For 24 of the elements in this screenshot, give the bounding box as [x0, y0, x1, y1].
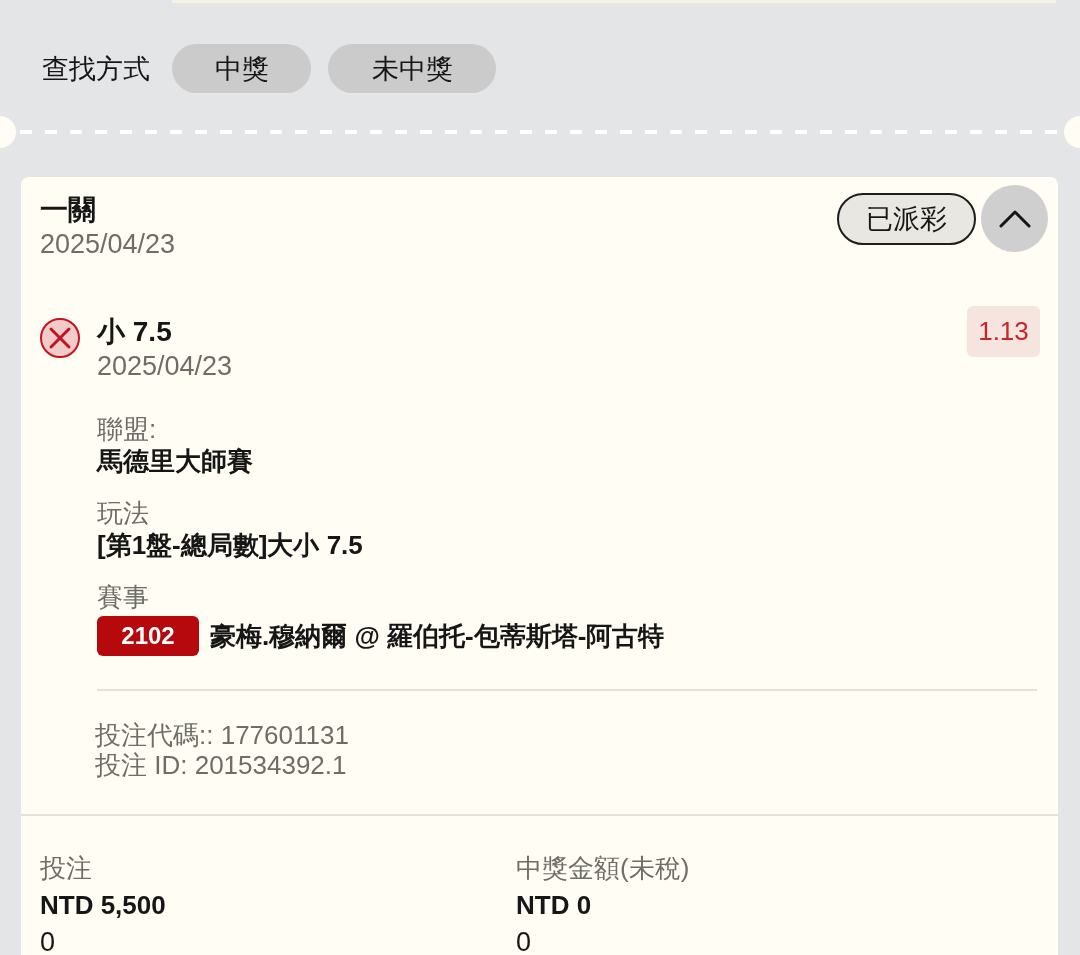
- total-subvalue: 0: [40, 926, 56, 955]
- odds-badge: 1.13: [967, 306, 1040, 357]
- bet-date: 2025/04/23: [40, 228, 176, 261]
- total-amount: NTD 5,500: [40, 889, 166, 922]
- field-value: 馬德里大師賽: [97, 445, 253, 478]
- field-label: 賽事: [97, 581, 149, 613]
- field-value: [第1盤-總局數]大小 7.5: [97, 529, 363, 562]
- bet-code-text: 投注 ID: 201534392.1: [95, 750, 347, 780]
- total-label: 中獎金額(未稅): [516, 852, 690, 885]
- filter-chip[interactable]: 未中獎: [328, 44, 496, 93]
- field-label: 聯盟:: [97, 413, 157, 445]
- event-code-badge: 2102: [97, 616, 199, 656]
- selection-date: 2025/04/23: [97, 350, 233, 383]
- field-label: 玩法: [97, 497, 149, 529]
- total-label: 投注: [40, 852, 92, 885]
- filter-chip[interactable]: 中獎: [172, 44, 311, 93]
- event-name: 豪梅.穆納爾 @ 羅伯托-包蒂斯塔-阿古特: [210, 619, 665, 653]
- filter-label: 查找方式: [42, 52, 150, 86]
- selection-name: 小 7.5: [97, 315, 172, 349]
- status-badge: 已派彩: [837, 192, 976, 245]
- bet-title: 一關: [40, 193, 96, 227]
- total-subvalue: 0: [516, 926, 532, 955]
- total-amount: NTD 0: [516, 889, 592, 922]
- bet-code-text: 投注代碼:: 177601131: [95, 720, 349, 750]
